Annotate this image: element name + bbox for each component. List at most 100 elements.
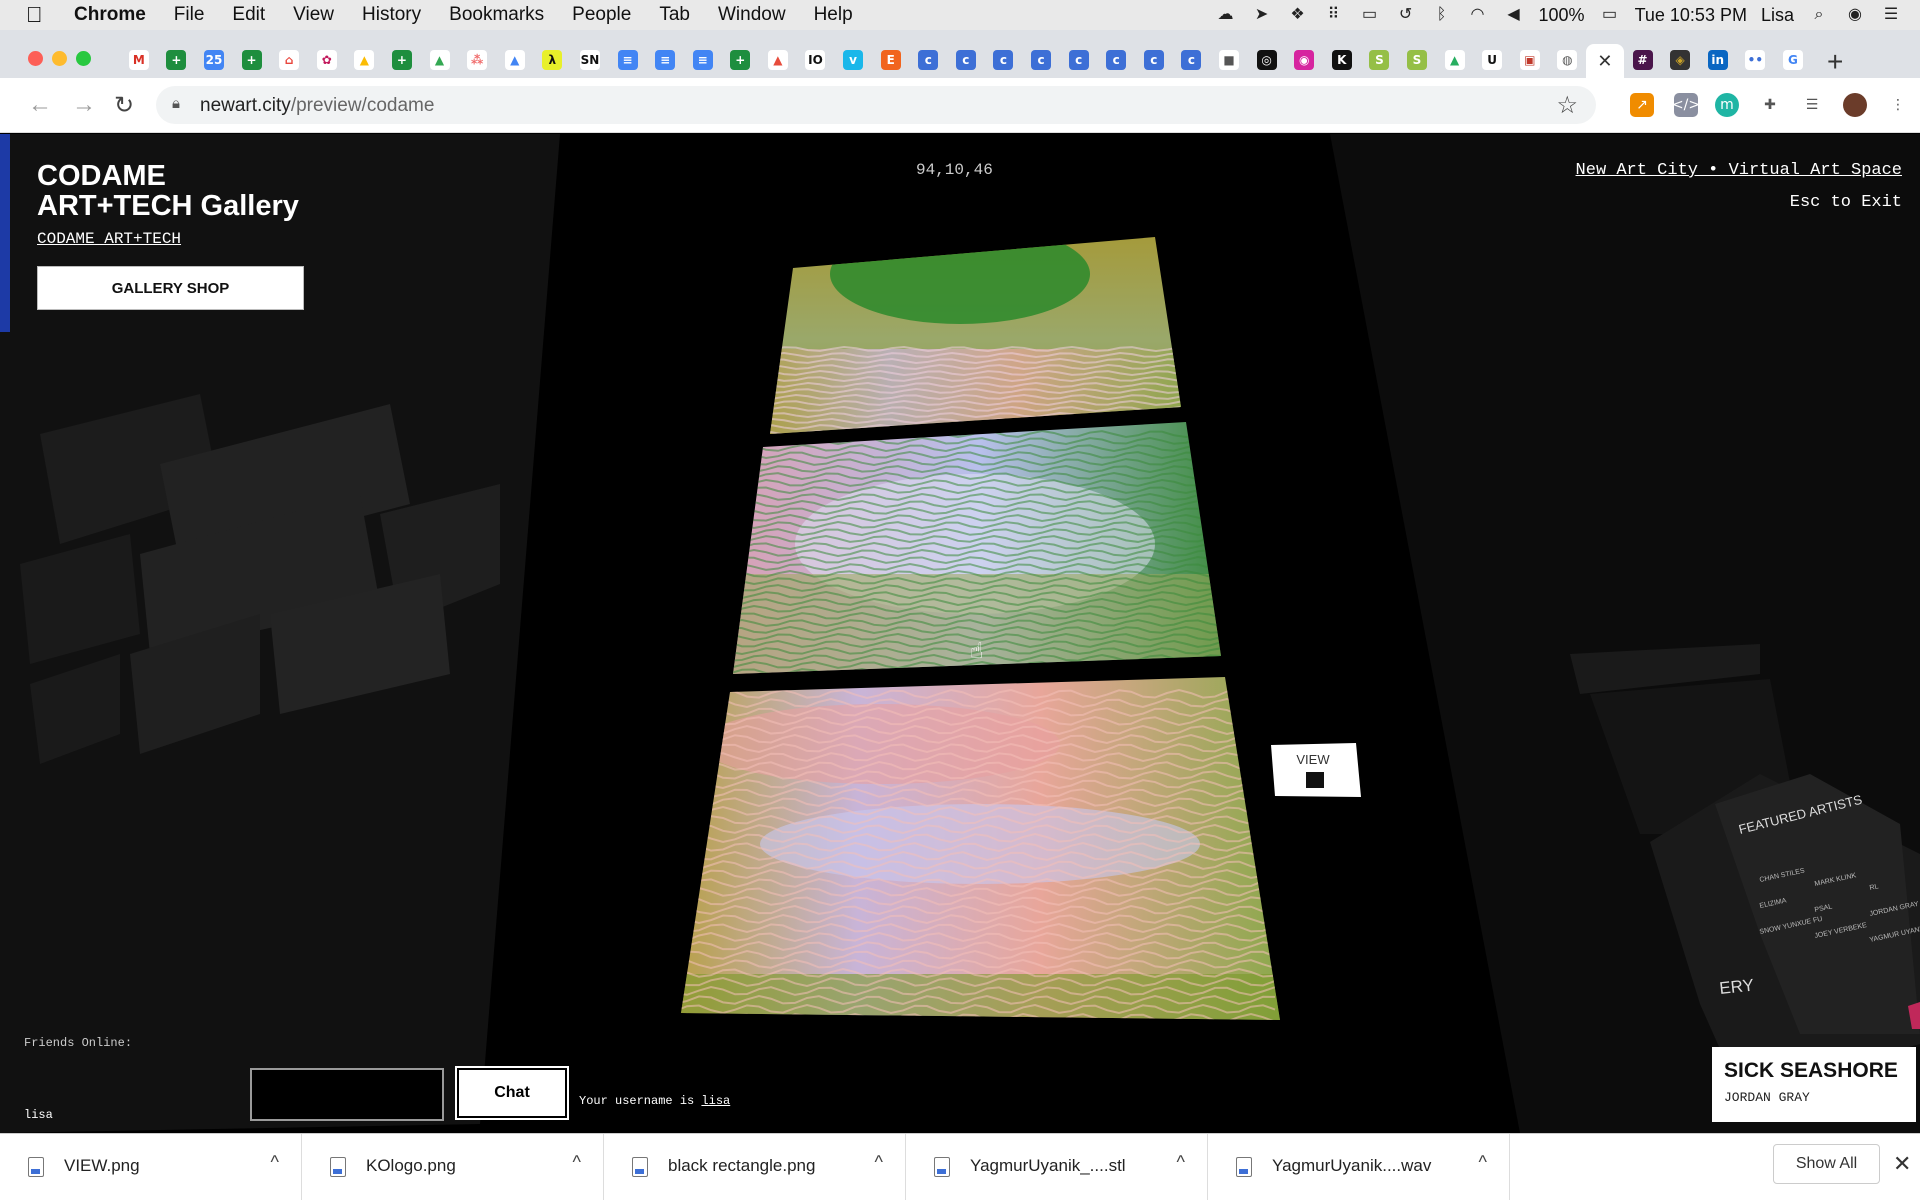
pinned-tab[interactable]: 25 bbox=[195, 44, 233, 76]
pinned-tab[interactable]: S bbox=[1398, 44, 1436, 76]
pinned-tab[interactable]: c bbox=[1173, 44, 1211, 76]
pinned-tab[interactable]: M bbox=[120, 44, 158, 76]
view-sign[interactable]: VIEW bbox=[1271, 743, 1361, 797]
friend-online-name[interactable]: lisa bbox=[24, 1108, 53, 1122]
pinned-tab[interactable]: ▲ bbox=[759, 44, 797, 76]
download-item[interactable]: YagmurUyanik_....stl ^ bbox=[906, 1134, 1208, 1200]
pinned-tab[interactable]: ◍ bbox=[1549, 44, 1587, 76]
chevron-up-icon[interactable]: ^ bbox=[1177, 1152, 1185, 1173]
username-link[interactable]: lisa bbox=[701, 1094, 730, 1108]
pinned-tab[interactable]: E bbox=[872, 44, 910, 76]
pinned-tab[interactable]: ◉ bbox=[1285, 44, 1323, 76]
menu-file[interactable]: File bbox=[174, 4, 205, 26]
pinned-tab[interactable]: # bbox=[1624, 44, 1662, 76]
telegram-icon[interactable]: ➤ bbox=[1251, 5, 1273, 25]
pinned-tab[interactable]: c bbox=[947, 44, 985, 76]
back-arrow-icon[interactable]: ← bbox=[28, 91, 52, 119]
pinned-tab[interactable]: c bbox=[1060, 44, 1098, 76]
dropbox-icon[interactable]: ❖ bbox=[1287, 5, 1309, 25]
chevron-up-icon[interactable]: ^ bbox=[271, 1152, 279, 1173]
download-item[interactable]: KOlogo.png ^ bbox=[302, 1134, 604, 1200]
menu-user[interactable]: Lisa bbox=[1761, 5, 1794, 26]
extensions-puzzle-icon[interactable]: ✚ bbox=[1758, 93, 1782, 117]
close-icon[interactable]: ✕ bbox=[1597, 51, 1612, 72]
pinned-tab[interactable]: c bbox=[1135, 44, 1173, 76]
menu-app-name[interactable]: Chrome bbox=[74, 4, 146, 26]
close-downloads-icon[interactable]: ✕ bbox=[1893, 1151, 1911, 1177]
pinned-tab[interactable]: c bbox=[985, 44, 1023, 76]
profile-avatar[interactable] bbox=[1843, 93, 1867, 117]
pinned-tab[interactable]: U bbox=[1473, 44, 1511, 76]
pinned-tab[interactable]: ◎ bbox=[1248, 44, 1286, 76]
volume-icon[interactable]: ◀ bbox=[1503, 5, 1525, 25]
pinned-tab[interactable]: ⁂ bbox=[458, 44, 496, 76]
url-text[interactable]: newart.city/preview/codame bbox=[200, 95, 434, 117]
pinned-tab[interactable]: G bbox=[1774, 44, 1812, 76]
pinned-tab[interactable]: λ bbox=[534, 44, 572, 76]
pinned-tab[interactable]: c bbox=[1097, 44, 1135, 76]
window-close-button[interactable] bbox=[28, 51, 43, 66]
time-machine-icon[interactable]: ↺ bbox=[1395, 5, 1417, 25]
download-item[interactable]: YagmurUyanik....wav ^ bbox=[1208, 1134, 1510, 1200]
pinned-tab[interactable]: SN bbox=[571, 44, 609, 76]
code-extension-icon[interactable]: </> bbox=[1672, 93, 1700, 117]
pinned-tab[interactable]: S bbox=[1361, 44, 1399, 76]
pinned-tab[interactable]: v bbox=[834, 44, 872, 76]
menu-window[interactable]: Window bbox=[718, 4, 786, 26]
pinned-tab[interactable]: ▲ bbox=[421, 44, 459, 76]
forward-arrow-icon[interactable]: → bbox=[72, 91, 96, 119]
download-item[interactable]: black rectangle.png ^ bbox=[604, 1134, 906, 1200]
chevron-up-icon[interactable]: ^ bbox=[875, 1152, 883, 1173]
menu-bookmarks[interactable]: Bookmarks bbox=[449, 4, 544, 26]
menu-edit[interactable]: Edit bbox=[232, 4, 265, 26]
new-tab-button[interactable]: + bbox=[1827, 46, 1843, 78]
artwork-panel-top[interactable] bbox=[760, 224, 1190, 449]
menu-view[interactable]: View bbox=[293, 4, 334, 26]
window-minimize-button[interactable] bbox=[52, 51, 67, 66]
pinned-tab[interactable]: c bbox=[909, 44, 947, 76]
pinned-tab[interactable]: ▲ bbox=[1436, 44, 1474, 76]
gallery-org-link[interactable]: CODAME ART+TECH bbox=[37, 230, 181, 248]
pinned-tab[interactable]: ✿ bbox=[308, 44, 346, 76]
pinned-tab[interactable]: ▲ bbox=[496, 44, 534, 76]
airplay-icon[interactable]: ▭ bbox=[1359, 5, 1381, 25]
pinned-tab[interactable]: ⌂ bbox=[270, 44, 308, 76]
menu-tab[interactable]: Tab bbox=[659, 4, 690, 26]
lock-icon[interactable]: 🔒︎ bbox=[172, 95, 180, 112]
active-tab[interactable]: ✕ bbox=[1586, 44, 1624, 78]
media-control-icon[interactable]: ☰ bbox=[1800, 93, 1824, 117]
bookmark-star-icon[interactable]: ☆ bbox=[1556, 91, 1578, 120]
creative-cloud-icon[interactable]: ☁ bbox=[1215, 5, 1237, 25]
pinned-tab[interactable]: ◈ bbox=[1661, 44, 1699, 76]
pinned-tab[interactable]: c bbox=[1022, 44, 1060, 76]
menu-clock[interactable]: Tue 10:53 PM bbox=[1635, 5, 1747, 26]
chevron-up-icon[interactable]: ^ bbox=[573, 1152, 581, 1173]
siri-icon[interactable]: ◉ bbox=[1844, 5, 1866, 25]
menu-help[interactable]: Help bbox=[814, 4, 853, 26]
pinned-tab[interactable]: K bbox=[1323, 44, 1361, 76]
m-extension-icon[interactable]: m bbox=[1715, 93, 1739, 117]
chat-input[interactable] bbox=[250, 1068, 444, 1121]
chrome-menu-icon[interactable]: ⋮ bbox=[1886, 93, 1910, 117]
apple-menu-icon[interactable]:  bbox=[26, 4, 52, 26]
pinned-tab[interactable]: + bbox=[158, 44, 196, 76]
gallery-3d-viewport[interactable]: ☝ VIEW FEATURED ARTISTS CHAN STILES MARK … bbox=[0, 134, 1920, 1133]
chevron-up-icon[interactable]: ^ bbox=[1479, 1152, 1487, 1173]
window-maximize-button[interactable] bbox=[76, 51, 91, 66]
notification-center-icon[interactable]: ☰ bbox=[1880, 5, 1902, 25]
chart-extension-icon[interactable]: ↗ bbox=[1630, 93, 1654, 117]
pinned-tab[interactable]: IO bbox=[797, 44, 835, 76]
pinned-tab[interactable]: ≡ bbox=[646, 44, 684, 76]
artwork-info-card[interactable]: SICK SEASHORE JORDAN GRAY bbox=[1712, 1047, 1916, 1122]
menu-history[interactable]: History bbox=[362, 4, 421, 26]
menu-people[interactable]: People bbox=[572, 4, 631, 26]
chat-button[interactable]: Chat bbox=[455, 1066, 569, 1120]
pinned-tab[interactable]: ≡ bbox=[609, 44, 647, 76]
pinned-tab[interactable]: ■ bbox=[1210, 44, 1248, 76]
bluetooth-icon[interactable]: ᛒ bbox=[1431, 5, 1453, 25]
spotlight-search-icon[interactable]: ⌕ bbox=[1808, 5, 1830, 25]
artwork-panel-bottom[interactable] bbox=[675, 674, 1285, 1024]
pinned-tab[interactable]: ▣ bbox=[1511, 44, 1549, 76]
pinned-tab[interactable]: + bbox=[233, 44, 271, 76]
pinned-tab[interactable]: + bbox=[383, 44, 421, 76]
